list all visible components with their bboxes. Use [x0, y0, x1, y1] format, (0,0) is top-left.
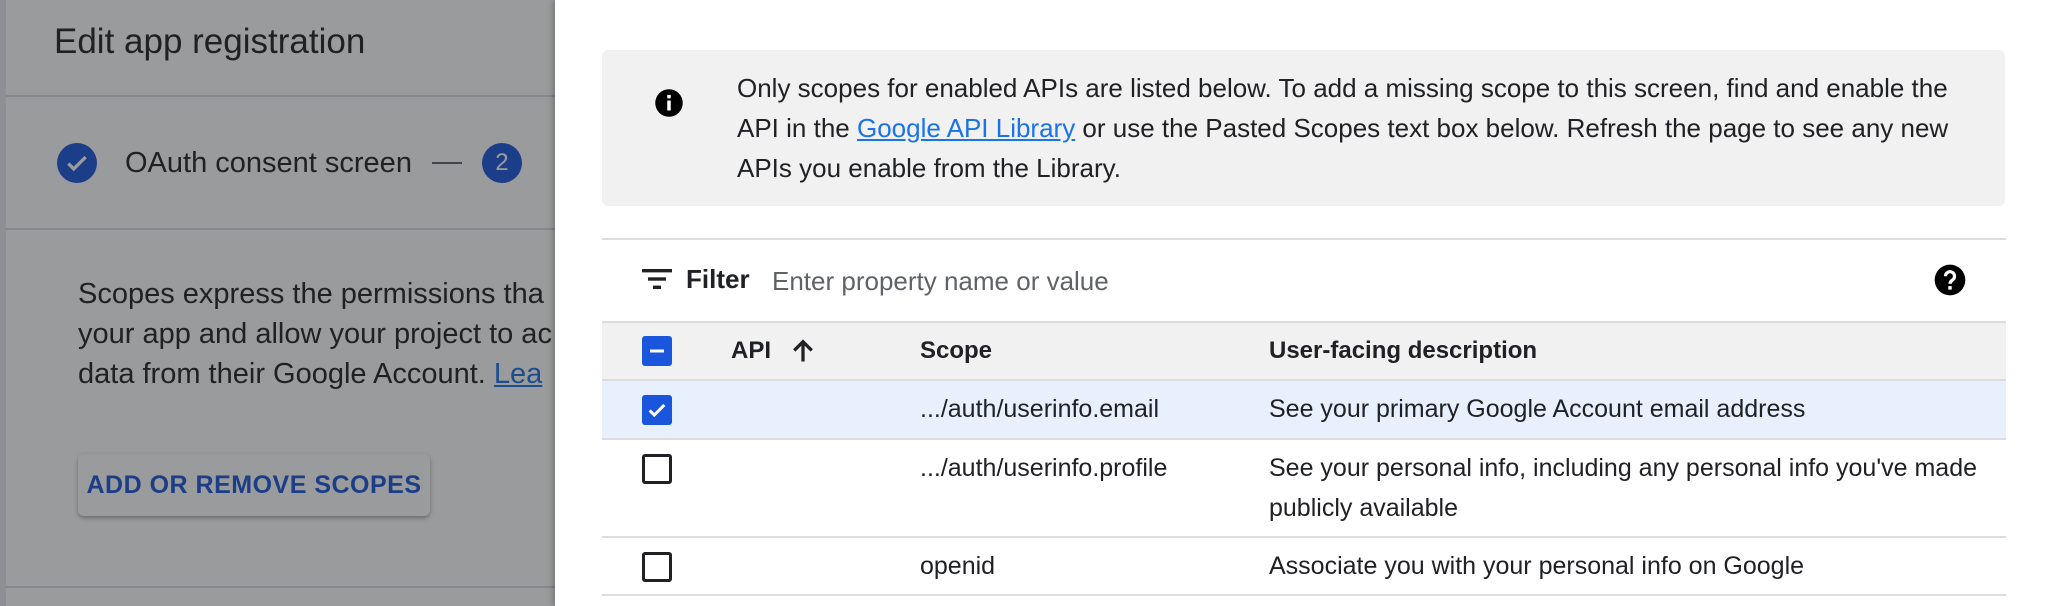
sort-ascending-arrow-icon[interactable] [789, 337, 817, 365]
modal-scrim[interactable] [0, 0, 556, 606]
table-row[interactable]: .../auth/userinfo.profile See your perso… [602, 440, 2006, 538]
filter-input[interactable] [770, 255, 1874, 307]
column-header-scope[interactable]: Scope [920, 331, 992, 371]
google-api-library-link[interactable]: Google API Library [857, 113, 1075, 143]
table-row[interactable]: openid Associate you with your personal … [602, 538, 2006, 596]
select-all-checkbox[interactable] [642, 336, 672, 366]
row-scope: openid [920, 552, 996, 580]
info-banner-text: Only scopes for enabled APIs are listed … [737, 68, 1977, 188]
column-header-api[interactable]: API [731, 331, 771, 371]
checkmark-icon [648, 403, 666, 418]
indeterminate-dash-icon [650, 349, 664, 353]
row-description: See your personal info, including any pe… [1269, 454, 1977, 522]
table-header-row: API Scope User-facing description [602, 321, 2006, 381]
scopes-table: API Scope User-facing description .../au… [602, 321, 2006, 596]
filter-icon[interactable] [642, 267, 672, 291]
info-banner: Only scopes for enabled APIs are listed … [602, 50, 2005, 206]
row-checkbox-unchecked[interactable] [642, 552, 672, 582]
help-icon[interactable] [1934, 264, 1966, 296]
filter-label: Filter [686, 264, 750, 294]
row-description: See your primary Google Account email ad… [1269, 395, 1806, 423]
row-scope: .../auth/userinfo.profile [920, 454, 1168, 482]
filter-top-divider [602, 238, 2006, 240]
info-icon [655, 89, 683, 117]
scopes-side-panel: Only scopes for enabled APIs are listed … [555, 0, 2052, 606]
row-checkbox-checked[interactable] [642, 395, 672, 425]
row-scope: .../auth/userinfo.email [920, 395, 1160, 423]
row-checkbox-unchecked[interactable] [642, 454, 672, 484]
filter-bar: Filter [602, 241, 2006, 319]
table-row[interactable]: .../auth/userinfo.email See your primary… [602, 381, 2006, 440]
column-header-description[interactable]: User-facing description [1269, 331, 1537, 371]
row-description: Associate you with your personal info on… [1269, 552, 1805, 580]
